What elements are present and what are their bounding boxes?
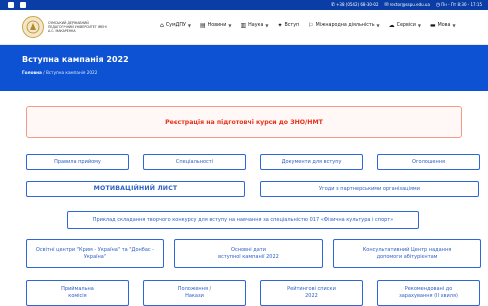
chevron-down-icon: ▼ [228, 23, 232, 28]
page-title: Вступна кампанія 2022 [22, 55, 129, 64]
registration-banner[interactable]: Реєстрація на підготовчі курси до ЗНО/НМ… [26, 106, 462, 138]
chevron-down-icon: ▼ [376, 23, 380, 28]
consult-line1: Консультативний Центр надання [362, 246, 452, 253]
nav-label: Новини [207, 23, 227, 28]
phone-icon: ✆ [330, 2, 336, 8]
rating-line2: 2022 [305, 293, 318, 299]
nav-item-science[interactable]: ▥ Наука ▼ [240, 22, 268, 30]
admission-commission-button[interactable]: Приймальна комісія [26, 280, 129, 306]
phone-contact[interactable]: ✆+38 (0542) 68-30-02 [331, 1, 379, 9]
documents-button[interactable]: Документи для вступу [260, 154, 363, 170]
key-dates-line1: Основні дати [231, 246, 266, 253]
recommended-line2: зарахування (ІІ хвиля) [399, 293, 458, 299]
cloud-icon: ☁ [388, 22, 395, 29]
main-nav: ⌂ СумДПУ ▼ ▤ Новини ▼ ▥ Наука ▼ ✦ Вступ ⚐ Міжнар… [160, 22, 456, 30]
book-icon: ▥ [240, 22, 247, 29]
facebook-icon[interactable] [8, 2, 14, 8]
hours-info: ◷Пн - Пт 8:30 - 17:15 [436, 1, 482, 9]
breadcrumb: Головна / Вступна кампанія 2022 [22, 70, 97, 75]
recommended-button[interactable]: Рекомендовані до зарахування (ІІ хвиля) [377, 280, 480, 306]
clock-icon: ◷ [435, 2, 441, 8]
example-creative-contest-button[interactable]: Приклад складання творчого конкурсу для … [67, 211, 419, 229]
consult-line2: допомоги абітурієнтам [376, 253, 438, 260]
chevron-down-icon: ▼ [265, 23, 269, 28]
breadcrumb-current: Вступна кампанія 2022 [45, 70, 98, 75]
nav-item-news[interactable]: ▤ Новини ▼ [200, 22, 232, 30]
chevron-down-icon: ▼ [452, 23, 456, 28]
mail-icon: ✉ [384, 2, 389, 8]
motivation-letter-button[interactable]: МОТИВАЦІЙНИЙ ЛИСТ [26, 181, 245, 197]
newspaper-icon: ▤ [199, 22, 206, 29]
breadcrumb-home[interactable]: Головна [22, 70, 42, 75]
flag-icon: ⚐ [308, 22, 314, 29]
email-contact[interactable]: ✉rector@sspu.edu.ua [385, 1, 430, 9]
hours-text: Пн - Пт 8:30 - 17:15 [441, 2, 482, 7]
email-text: rector@sspu.edu.ua [389, 2, 430, 7]
building-icon: ⌂ [160, 22, 164, 29]
nav-item-admission[interactable]: ✦ Вступ [277, 22, 299, 30]
university-name: СУМСЬКИЙ ДЕРЖАВНИЙ ПЕДАГОГІЧНИЙ УНІВЕРСИ… [48, 20, 107, 34]
recommended-line1: Рекомендовані до [404, 286, 453, 293]
specialties-button[interactable]: Спеціальності [143, 154, 246, 170]
nav-item-international[interactable]: ⚐ Міжнародна діяльність ▼ [308, 22, 379, 30]
announcements-button[interactable]: Оголошення [377, 154, 480, 170]
emblem-icon [22, 16, 44, 38]
nav-label: Вступ [284, 23, 300, 28]
graduation-cap-icon: ✦ [277, 22, 283, 29]
nav-item-sumdpu[interactable]: ⌂ СумДПУ ▼ [160, 22, 191, 30]
rules-button[interactable]: Правила прийому [26, 154, 129, 170]
phone-text: +38 (0542) 68-30-02 [336, 2, 379, 7]
chevron-down-icon: ▼ [417, 23, 421, 28]
rating-lists-button[interactable]: Рейтингові списки 2022 [260, 280, 363, 306]
language-flag-icon: ▬ [429, 22, 436, 29]
nav-label: Наука [248, 23, 264, 28]
chevron-down-icon: ▼ [187, 23, 191, 28]
nav-label: СумДПУ [165, 23, 186, 28]
agreements-button[interactable]: Угоди з партнерськими організаціями [260, 181, 479, 197]
key-dates-line2: вступної кампанії 2022 [218, 253, 279, 260]
nav-label: Міжнародна діяльність [315, 23, 375, 28]
commission-line2: комісія [68, 293, 87, 299]
regulations-line1: Положення / [177, 286, 212, 293]
university-logo[interactable]: СУМСЬКИЙ ДЕРЖАВНИЙ ПЕДАГОГІЧНИЙ УНІВЕРСИ… [22, 16, 108, 38]
commission-line1: Приймальна [61, 286, 94, 293]
nav-item-language[interactable]: ▬ Мова ▼ [430, 22, 456, 30]
social-links [8, 2, 26, 8]
nav-label: Сервіси [396, 23, 416, 28]
contact-info: ✆+38 (0542) 68-30-02 ✉rector@sspu.edu.ua… [331, 1, 482, 9]
nav-item-services[interactable]: ☁ Сервіси ▼ [389, 22, 421, 30]
top-bar: ✆+38 (0542) 68-30-02 ✉rector@sspu.edu.ua… [0, 0, 488, 10]
rating-line1: Рейтингові списки [287, 286, 336, 293]
education-centers-button[interactable]: Освітні центри "Крим - Україна" та "Донб… [26, 239, 164, 268]
site-header: СУМСЬКИЙ ДЕРЖАВНИЙ ПЕДАГОГІЧНИЙ УНІВЕРСИ… [0, 10, 488, 45]
regulations-line2: Накази [185, 293, 204, 299]
page-title-band: Вступна кампанія 2022 Головна / Вступна … [0, 45, 488, 91]
nav-label: Мова [437, 23, 451, 28]
consultation-center-button[interactable]: Консультативний Центр надання допомоги а… [333, 239, 481, 268]
key-dates-button[interactable]: Основні дати вступної кампанії 2022 [174, 239, 323, 268]
regulations-button[interactable]: Положення / Накази [143, 280, 246, 306]
youtube-icon[interactable] [20, 2, 26, 8]
